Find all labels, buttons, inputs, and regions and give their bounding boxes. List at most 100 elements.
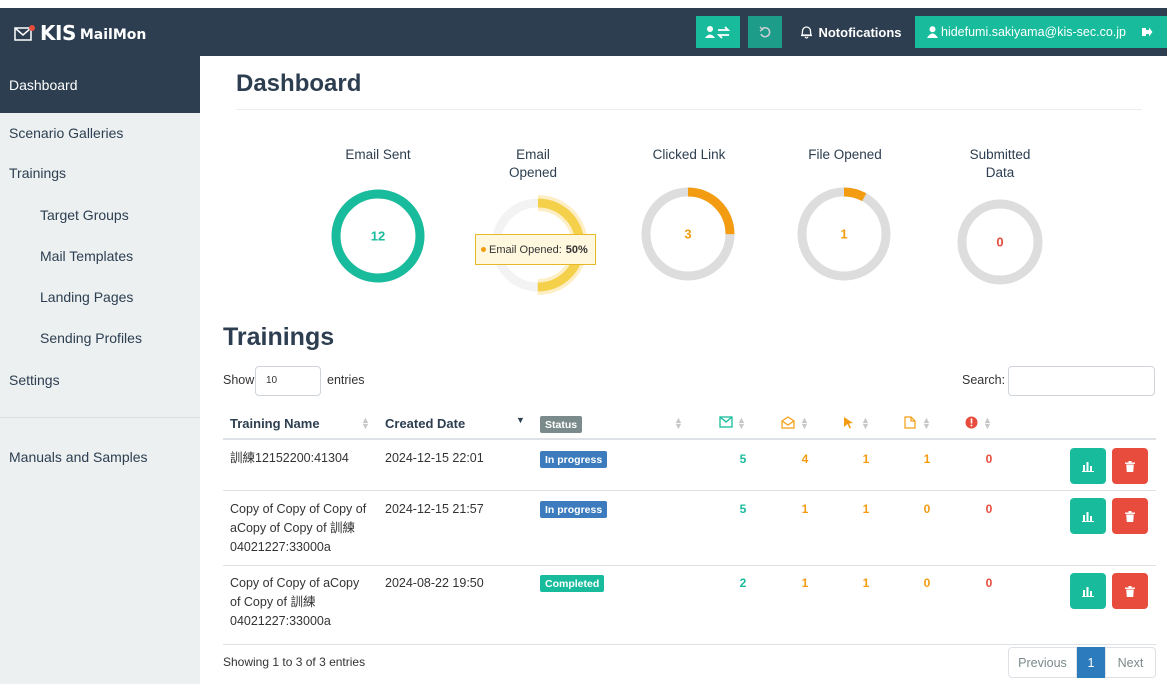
submitted-data-donut[interactable]: 0 (950, 192, 1050, 292)
sidebar-divider (0, 417, 200, 418)
row-divider (223, 565, 1156, 566)
created-date-cell: 2024-12-15 21:57 (385, 502, 484, 516)
training-name-cell[interactable]: Copy of Copy of aCopy of Copy of 訓練 0402… (230, 574, 359, 631)
file-opened-donut[interactable]: 1 (794, 184, 894, 284)
email-opened-count: 4 (801, 452, 809, 466)
brand-subname: MailMon (79, 26, 147, 43)
sort-icon: ▲ ▼ (861, 415, 870, 431)
exclamation-circle-column-icon[interactable] (965, 416, 978, 429)
pagination-page-1[interactable]: 1 (1077, 647, 1105, 678)
training-name-cell[interactable]: 訓練12152200:41304 (230, 449, 349, 468)
column-header-status[interactable]: Status (540, 416, 583, 433)
refresh-button[interactable] (748, 16, 782, 48)
pagination-next[interactable]: Next (1105, 647, 1156, 678)
logout-button[interactable] (1127, 16, 1167, 48)
column-header-training-name[interactable]: Training Name (230, 408, 320, 438)
sidebar-item-settings[interactable]: Settings (0, 362, 200, 398)
delete-button[interactable] (1112, 498, 1148, 534)
sidebar: Dashboard Scenario Galleries Trainings T… (0, 56, 200, 684)
bell-icon (801, 26, 813, 39)
brand-name: KIS (40, 21, 76, 45)
sidebar-item-dashboard[interactable]: Dashboard (0, 56, 200, 113)
user-sync-icon (705, 26, 731, 39)
sort-icon: ▲ ▼ (800, 415, 809, 431)
row-divider (223, 490, 1156, 491)
email-opened-count: 1 (801, 576, 809, 590)
trash-icon (1125, 510, 1135, 522)
stat-submitted-data-label: Submitted Data (969, 147, 1031, 180)
file-column-icon[interactable] (904, 416, 916, 429)
page-length-select[interactable]: 10 (255, 366, 321, 396)
notifications-button[interactable]: Notofications (796, 16, 906, 48)
created-date-cell: 2024-08-22 19:50 (385, 576, 484, 590)
email-sent-count: 5 (739, 502, 747, 516)
sidebar-item-landing-pages[interactable]: Landing Pages (0, 279, 200, 315)
submitted-data-count: 0 (985, 452, 993, 466)
sidebar-item-trainings[interactable]: Trainings (0, 155, 200, 191)
status-badge: In progress (540, 501, 608, 518)
trainings-section-title: Trainings (223, 323, 335, 351)
sort-icon: ▲ ▼ (737, 415, 746, 431)
sidebar-item-scenario-galleries[interactable]: Scenario Galleries (0, 115, 200, 151)
envelope-open-column-icon[interactable] (781, 416, 795, 429)
trash-icon (1125, 460, 1135, 472)
user-icon (927, 26, 938, 38)
sign-out-icon (1142, 27, 1153, 37)
view-stats-button[interactable] (1070, 573, 1106, 609)
clicked-link-count: 1 (862, 452, 870, 466)
tooltip-value: 50% (565, 243, 588, 256)
status-badge: In progress (540, 451, 608, 468)
file-opened-count: 1 (923, 452, 931, 466)
top-navbar: KIS MailMon Notofications hidefumi.sakiy… (0, 8, 1167, 56)
status-badge: Completed (540, 575, 605, 592)
notifications-label: Notofications (818, 24, 902, 40)
delete-button[interactable] (1112, 448, 1148, 484)
entries-label: entries (327, 373, 365, 387)
sidebar-item-mail-templates[interactable]: Mail Templates (0, 238, 200, 274)
email-sent-column-icon[interactable] (719, 416, 733, 428)
sidebar-item-sending-profiles[interactable]: Sending Profiles (0, 320, 200, 356)
submitted-data-count: 0 (985, 576, 993, 590)
delete-button[interactable] (1112, 573, 1148, 609)
file-opened-count: 0 (923, 576, 931, 590)
bar-chart-icon (1082, 511, 1094, 522)
clicked-link-count: 1 (862, 576, 870, 590)
sort-icon: ▲ ▼ (674, 415, 683, 431)
stat-clicked-link-label: Clicked Link (652, 147, 726, 162)
sidebar-item-manuals-and-samples[interactable]: Manuals and Samples (0, 439, 200, 475)
sort-desc-icon: ▼ (516, 415, 525, 425)
sidebar-item-target-groups[interactable]: Target Groups (0, 197, 200, 233)
envelope-logo-icon (14, 25, 36, 41)
training-name-cell[interactable]: Copy of Copy of Copy of aCopy of Copy of… (230, 500, 366, 557)
view-stats-button[interactable] (1070, 498, 1106, 534)
view-stats-button[interactable] (1070, 448, 1106, 484)
tooltip-dot-icon (481, 247, 486, 252)
pagination-previous[interactable]: Previous (1008, 647, 1077, 678)
clicked-link-donut[interactable]: 3 (638, 184, 738, 284)
table-bottom-divider (223, 644, 1156, 645)
email-sent-donut[interactable]: 12 (328, 186, 428, 286)
user-email: hidefumi.sakiyama@kis-sec.co.jp (941, 25, 1126, 39)
column-header-created-date[interactable]: Created Date (385, 408, 465, 438)
submitted-data-count: 0 (985, 502, 993, 516)
chart-tooltip: Email Opened: 50% (475, 234, 596, 265)
submitted-data-count: 0 (996, 234, 1003, 249)
email-sent-count: 12 (371, 228, 385, 243)
cursor-column-icon[interactable] (843, 416, 854, 429)
search-input[interactable] (1008, 366, 1155, 396)
title-divider (236, 109, 1142, 110)
clicked-link-count: 3 (684, 226, 691, 241)
stat-email-opened-label: Email Opened (508, 147, 558, 180)
user-sync-button[interactable] (696, 16, 740, 48)
email-sent-count: 2 (739, 576, 747, 590)
created-date-cell: 2024-12-15 22:01 (385, 451, 484, 465)
stat-email-sent-label: Email Sent (345, 147, 411, 162)
sort-icon: ▲ ▼ (361, 415, 370, 431)
trash-icon (1125, 585, 1135, 597)
bar-chart-icon (1082, 461, 1094, 472)
bar-chart-icon (1082, 586, 1094, 597)
stat-file-opened-label: File Opened (808, 147, 882, 162)
user-menu-button[interactable]: hidefumi.sakiyama@kis-sec.co.jp (915, 16, 1127, 48)
brand-logo[interactable]: KIS MailMon (14, 21, 146, 45)
undo-icon (759, 26, 771, 38)
